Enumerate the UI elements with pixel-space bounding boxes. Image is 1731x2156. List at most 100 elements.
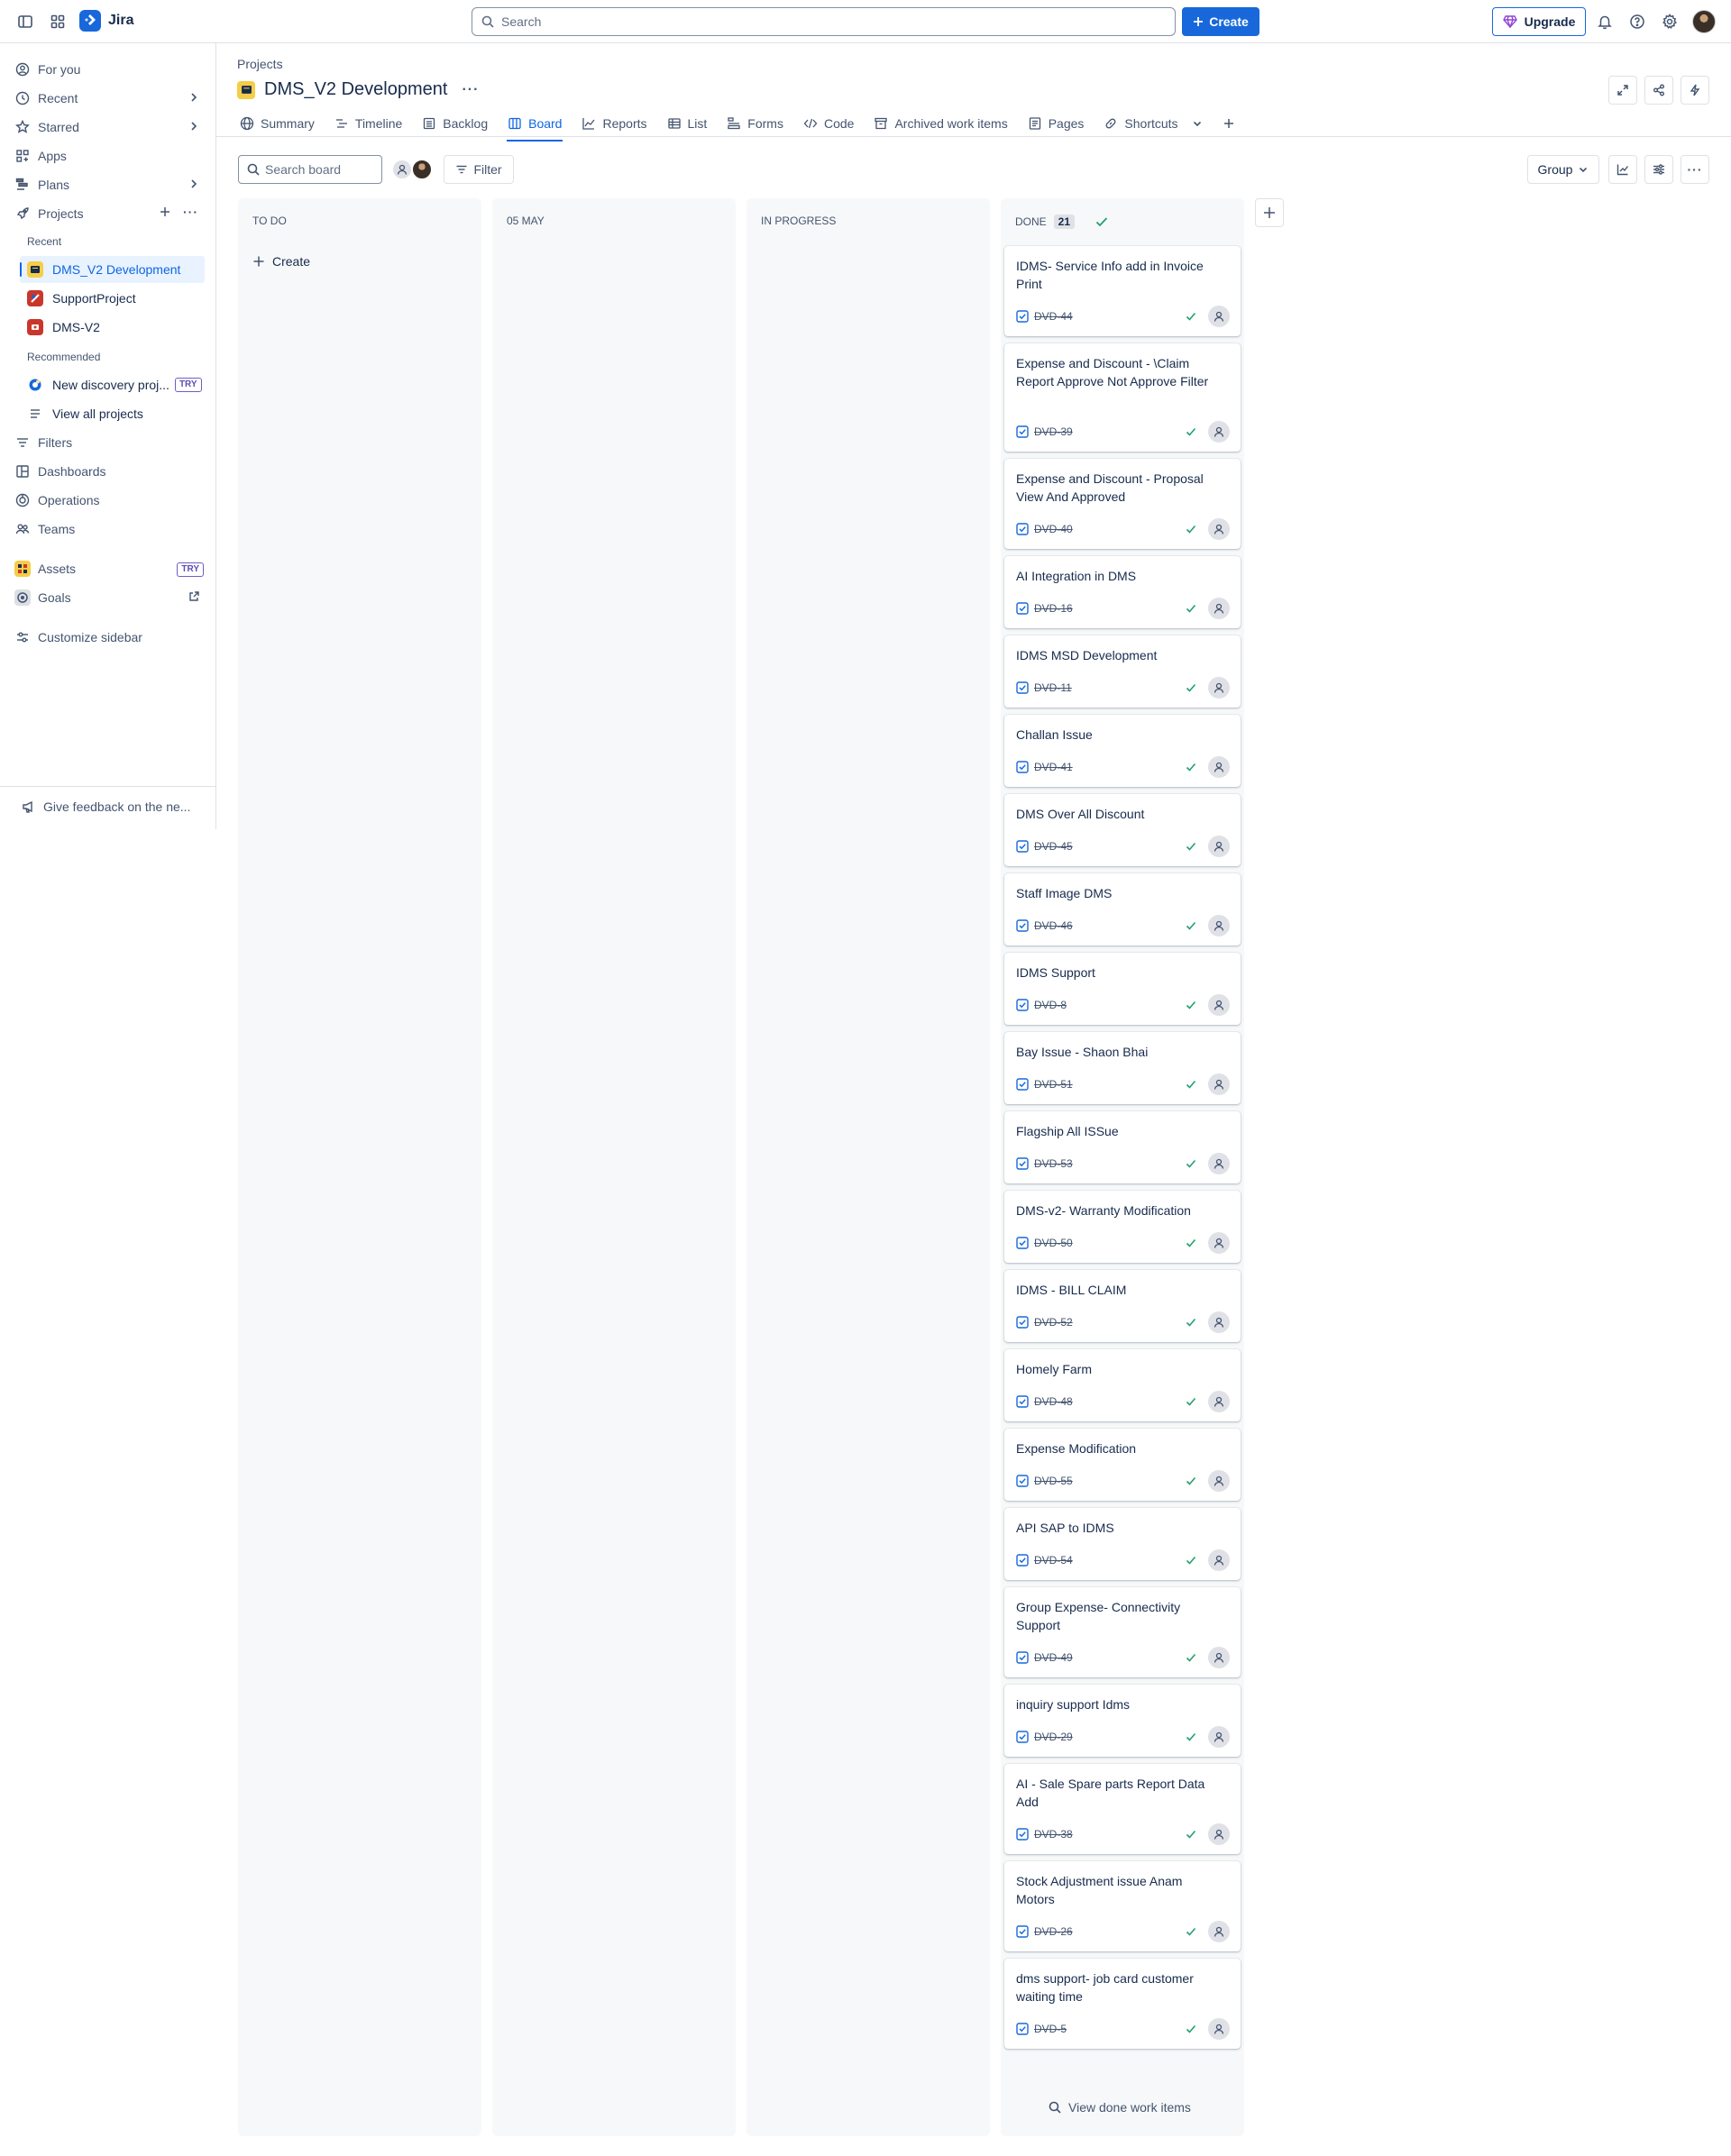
work-item-card[interactable]: Group Expense- Connectivity Support DVD-4… — [1004, 1587, 1241, 1677]
work-item-key[interactable]: DVD-52 — [1034, 1316, 1073, 1329]
work-item-card[interactable]: Staff Image DMS DVD-46 — [1004, 873, 1241, 946]
work-item-key[interactable]: DVD-45 — [1034, 840, 1073, 853]
create-button[interactable]: Create — [1182, 7, 1259, 36]
breadcrumb[interactable]: Projects — [237, 57, 283, 71]
assignee-avatar[interactable] — [1208, 1726, 1230, 1748]
tab-shortcuts[interactable]: Shortcuts — [1094, 109, 1212, 138]
assignee-avatar[interactable] — [1208, 1647, 1230, 1668]
app-switcher-icon[interactable] — [47, 11, 69, 32]
work-item-card[interactable]: dms support- job card customer waiting t… — [1004, 1959, 1241, 2049]
work-item-card[interactable]: AI - Sale Spare parts Report Data Add DVD… — [1004, 1764, 1241, 1854]
board-more-button[interactable]: ··· — [1681, 155, 1709, 184]
sidebar-project-supportproject[interactable]: SupportProject — [20, 285, 205, 312]
notifications-bell-icon[interactable] — [1594, 11, 1616, 32]
sidebar-item-apps[interactable]: Apps — [14, 143, 209, 169]
work-item-card[interactable]: Expense and Discount - \Claim Report App… — [1004, 343, 1241, 452]
assignee-avatar[interactable] — [1208, 1391, 1230, 1412]
fullscreen-button[interactable] — [1608, 76, 1637, 105]
sidebar-item-filters[interactable]: Filters — [14, 430, 209, 455]
give-feedback-link[interactable]: Give feedback on the ne... — [22, 799, 190, 814]
work-item-card[interactable]: Bay Issue - Shaon Bhai DVD-51 — [1004, 1032, 1241, 1104]
assignee-avatar[interactable] — [1208, 1470, 1230, 1492]
work-item-key[interactable]: DVD-11 — [1034, 681, 1072, 694]
sidebar-new-discovery-project[interactable]: New discovery proj... TRY — [20, 371, 205, 398]
assignee-avatar[interactable] — [1208, 1153, 1230, 1174]
user-avatar[interactable] — [1692, 10, 1716, 33]
assignee-avatar[interactable] — [1208, 836, 1230, 857]
sidebar-item-for-you[interactable]: For you — [14, 57, 209, 82]
tab-backlog[interactable]: Backlog — [412, 109, 498, 138]
work-item-key[interactable]: DVD-49 — [1034, 1651, 1073, 1664]
sidebar-item-operations[interactable]: Operations — [14, 488, 209, 513]
work-item-card[interactable]: Expense and Discount - Proposal View And… — [1004, 459, 1241, 549]
board-search[interactable] — [238, 155, 382, 184]
sidebar-item-recent[interactable]: Recent — [14, 86, 209, 111]
add-tab-button[interactable] — [1213, 109, 1245, 138]
work-item-key[interactable]: DVD-48 — [1034, 1395, 1073, 1408]
assignee-avatar[interactable] — [1208, 518, 1230, 540]
help-icon[interactable] — [1626, 11, 1648, 32]
work-item-key[interactable]: DVD-16 — [1034, 602, 1073, 615]
work-item-card[interactable]: IDMS MSD Development DVD-11 — [1004, 635, 1241, 708]
work-item-key[interactable]: DVD-26 — [1034, 1925, 1073, 1938]
assignee-avatar[interactable] — [1208, 1073, 1230, 1095]
tab-timeline[interactable]: Timeline — [325, 109, 412, 138]
work-item-card[interactable]: DMS-v2- Warranty Modification DVD-50 — [1004, 1191, 1241, 1263]
assignee-avatar[interactable] — [1208, 2018, 1230, 2040]
global-search[interactable] — [472, 7, 1176, 36]
column-create-button[interactable]: Create — [252, 254, 310, 269]
sidebar-item-starred[interactable]: Starred — [14, 114, 209, 140]
work-item-key[interactable]: DVD-8 — [1034, 999, 1067, 1011]
assignee-avatar[interactable] — [1208, 915, 1230, 936]
view-done-work-items-link[interactable]: View done work items — [1049, 2100, 1191, 2115]
work-item-key[interactable]: DVD-39 — [1034, 425, 1073, 438]
add-column-button[interactable] — [1255, 198, 1284, 227]
user-avatar-filter[interactable] — [411, 159, 433, 180]
settings-gear-icon[interactable] — [1659, 11, 1681, 32]
work-item-card[interactable]: Homely Farm DVD-48 — [1004, 1349, 1241, 1421]
assignee-avatar[interactable] — [1208, 1549, 1230, 1571]
sidebar-item-dashboards[interactable]: Dashboards — [14, 459, 209, 484]
sidebar-item-teams[interactable]: Teams — [14, 516, 209, 542]
insights-button[interactable] — [1608, 155, 1637, 184]
work-item-card[interactable]: Stock Adjustment issue Anam Motors DVD-26 — [1004, 1861, 1241, 1951]
tab-forms[interactable]: Forms — [717, 109, 793, 138]
sidebar-item-goals[interactable]: Goals — [14, 585, 209, 610]
board-search-input[interactable] — [265, 162, 373, 177]
jira-logo[interactable]: Jira — [79, 10, 133, 32]
work-item-key[interactable]: DVD-46 — [1034, 919, 1073, 932]
upgrade-button[interactable]: Upgrade — [1492, 7, 1586, 36]
work-item-key[interactable]: DVD-40 — [1034, 523, 1073, 535]
work-item-card[interactable]: IDMS - BILL CLAIM DVD-52 — [1004, 1270, 1241, 1342]
tab-list[interactable]: List — [657, 109, 718, 138]
work-item-key[interactable]: DVD-54 — [1034, 1554, 1073, 1567]
work-item-key[interactable]: DVD-44 — [1034, 310, 1073, 323]
assignee-avatar[interactable] — [1208, 306, 1230, 327]
tab-code[interactable]: Code — [793, 109, 864, 138]
work-item-card[interactable]: IDMS- Service Info add in Invoice Print D… — [1004, 246, 1241, 336]
assignee-avatar[interactable] — [1208, 677, 1230, 699]
work-item-key[interactable]: DVD-51 — [1034, 1078, 1073, 1091]
tab-reports[interactable]: Reports — [572, 109, 656, 138]
sidebar-item-assets[interactable]: Assets TRY — [14, 556, 209, 581]
work-item-card[interactable]: AI Integration in DMS DVD-16 — [1004, 556, 1241, 628]
work-item-key[interactable]: DVD-5 — [1034, 2023, 1067, 2035]
tab-board[interactable]: Board — [498, 109, 572, 142]
assignee-avatar[interactable] — [1208, 994, 1230, 1016]
assignee-avatar[interactable] — [1208, 598, 1230, 619]
work-item-card[interactable]: DMS Over All Discount DVD-45 — [1004, 794, 1241, 866]
work-item-card[interactable]: API SAP to IDMS DVD-54 — [1004, 1508, 1241, 1580]
sidebar-item-customize[interactable]: Customize sidebar — [14, 625, 209, 650]
work-item-card[interactable]: Expense Modification DVD-55 — [1004, 1429, 1241, 1501]
assignee-avatar[interactable] — [1208, 1823, 1230, 1845]
sidebar-toggle-icon[interactable] — [14, 11, 36, 32]
work-item-key[interactable]: DVD-41 — [1034, 761, 1073, 773]
sidebar-view-all-projects[interactable]: View all projects — [20, 400, 205, 427]
work-item-card[interactable]: Flagship All ISSue DVD-53 — [1004, 1111, 1241, 1183]
group-dropdown[interactable]: Group — [1527, 155, 1599, 184]
project-more-icon[interactable]: ··· — [462, 82, 479, 98]
work-item-key[interactable]: DVD-29 — [1034, 1731, 1073, 1743]
assignee-avatar[interactable] — [1208, 756, 1230, 778]
work-item-key[interactable]: DVD-55 — [1034, 1475, 1073, 1487]
work-item-card[interactable]: inquiry support Idms DVD-29 — [1004, 1685, 1241, 1757]
